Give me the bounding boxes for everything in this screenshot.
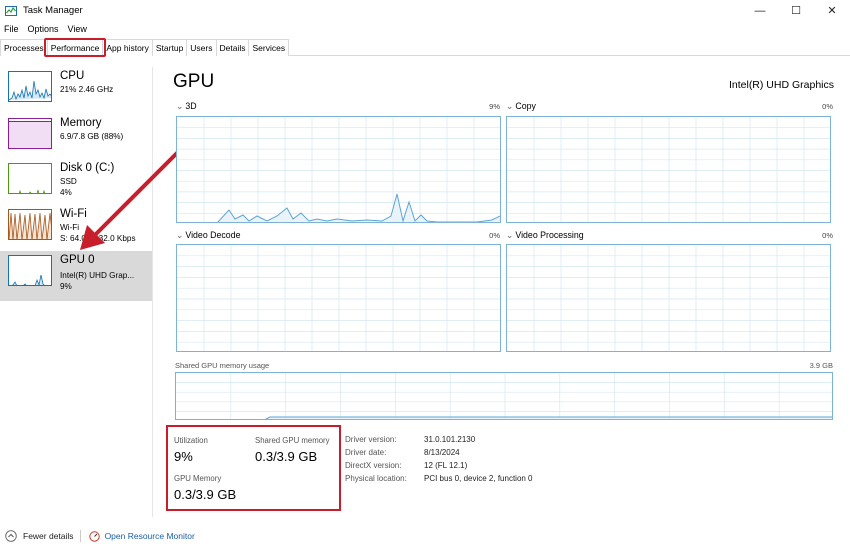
driver-date-label: Driver date: (345, 448, 387, 457)
stats-highlight-box (166, 425, 341, 511)
tab-startup[interactable]: Startup (151, 39, 188, 56)
footer-divider (79, 530, 81, 542)
directx-version-label: DirectX version: (345, 461, 402, 470)
disk-thumbnail (8, 163, 52, 194)
cpu-thumbnail (8, 71, 52, 102)
sidebar-detail-disk-usage: 4% (60, 188, 72, 197)
chevron-down-icon: ⌄ (176, 230, 184, 240)
graph-pct-3d: 9% (489, 102, 500, 111)
menu-bar: File Options View (0, 22, 92, 36)
graph-pct-video-decode: 0% (489, 231, 500, 240)
tab-details[interactable]: Details (215, 39, 250, 56)
menu-options[interactable]: Options (24, 22, 64, 36)
physical-location-value: PCI bus 0, device 2, function 0 (424, 474, 533, 483)
sidebar-name-cpu: CPU (60, 70, 85, 82)
graph-label-copy[interactable]: ⌄ Copy (506, 101, 536, 112)
tab-services[interactable]: Services (248, 39, 290, 56)
sidebar-name-disk: Disk 0 (C:) (60, 162, 115, 174)
physical-location-label: Physical location: (345, 474, 407, 483)
sidebar-detail-memory: 6.9/7.8 GB (88%) (60, 132, 124, 141)
title-bar: Task Manager — ☐ ✕ (0, 0, 850, 21)
wifi-thumbnail (8, 209, 52, 240)
directx-version-value: 12 (FL 12.1) (424, 461, 468, 470)
sidebar-detail-cpu: 21% 2.46 GHz (60, 85, 114, 94)
graph-label-3d[interactable]: ⌄ 3D (176, 101, 197, 112)
shared-memory-max: 3.9 GB (809, 361, 833, 370)
sidebar-item-cpu[interactable]: CPU 21% 2.46 GHz (0, 67, 152, 117)
gpu-thumbnail (8, 255, 52, 286)
minimize-button[interactable]: — (742, 0, 778, 21)
memory-thumbnail (8, 118, 52, 149)
graph-label-video-decode[interactable]: ⌄ Video Decode (176, 230, 240, 241)
shared-memory-label: Shared GPU memory usage (175, 361, 270, 370)
gpu-device-name: Intel(R) UHD Graphics (728, 79, 834, 91)
sidebar-item-memory[interactable]: Memory 6.9/7.8 GB (88%) (0, 114, 152, 164)
tab-bar: Processes Performance App history Startu… (0, 38, 850, 56)
sidebar-name-memory: Memory (60, 117, 102, 129)
chevron-down-icon: ⌄ (506, 230, 514, 240)
resource-monitor-icon (88, 530, 100, 542)
sidebar-detail-wifi: Wi-Fi (60, 223, 80, 232)
sidebar-detail-gpu-usage: 9% (60, 282, 72, 291)
tab-app-history[interactable]: App history (102, 39, 153, 56)
sidebar-item-gpu[interactable]: GPU 0 Intel(R) UHD Grap... 9% (0, 251, 152, 301)
chevron-down-icon: ⌄ (506, 101, 514, 111)
tab-processes[interactable]: Processes (0, 39, 48, 56)
graph-pct-video-processing: 0% (822, 231, 833, 240)
chevron-up-circle-icon[interactable] (5, 530, 17, 542)
page-title: GPU (173, 71, 215, 92)
open-resource-monitor-link[interactable]: Open Resource Monitor (105, 531, 195, 541)
sidebar-detail-wifi-rate: S: 64.0 R: 32.0 Kbps (60, 234, 136, 243)
graph-pct-copy: 0% (822, 102, 833, 111)
maximize-button[interactable]: ☐ (778, 0, 814, 21)
graph-label-video-processing[interactable]: ⌄ Video Processing (506, 230, 584, 241)
driver-date-value: 8/13/2024 (424, 448, 460, 457)
menu-view[interactable]: View (64, 22, 92, 36)
sidebar-name-gpu: GPU 0 (60, 254, 95, 266)
menu-file[interactable]: File (0, 22, 24, 36)
fewer-details-link[interactable]: Fewer details (23, 531, 74, 541)
chevron-down-icon: ⌄ (176, 101, 184, 111)
sidebar-item-disk[interactable]: Disk 0 (C:) SSD 4% (0, 159, 152, 209)
resource-sidebar: CPU 21% 2.46 GHz Memory 6.9/7.8 GB (88%)… (0, 67, 153, 517)
sidebar-item-wifi[interactable]: Wi-Fi Wi-Fi S: 64.0 R: 32.0 Kbps (0, 205, 152, 255)
task-manager-icon (5, 5, 17, 16)
sidebar-detail-disk-type: SSD (60, 177, 77, 186)
graph-3d (176, 116, 501, 223)
performance-tab-highlight (44, 38, 106, 57)
driver-version-label: Driver version: (345, 435, 397, 444)
window-title: Task Manager (23, 5, 83, 16)
tab-users[interactable]: Users (186, 39, 217, 56)
footer-bar: Fewer details Open Resource Monitor (0, 527, 850, 545)
close-button[interactable]: ✕ (814, 0, 850, 21)
graph-video-processing (506, 244, 831, 352)
sidebar-name-wifi: Wi-Fi (60, 208, 87, 220)
shared-memory-graph (175, 372, 833, 420)
driver-version-value: 31.0.101.2130 (424, 435, 476, 444)
graph-copy (506, 116, 831, 223)
sidebar-detail-gpu: Intel(R) UHD Grap... (60, 271, 135, 280)
graph-video-decode (176, 244, 501, 352)
